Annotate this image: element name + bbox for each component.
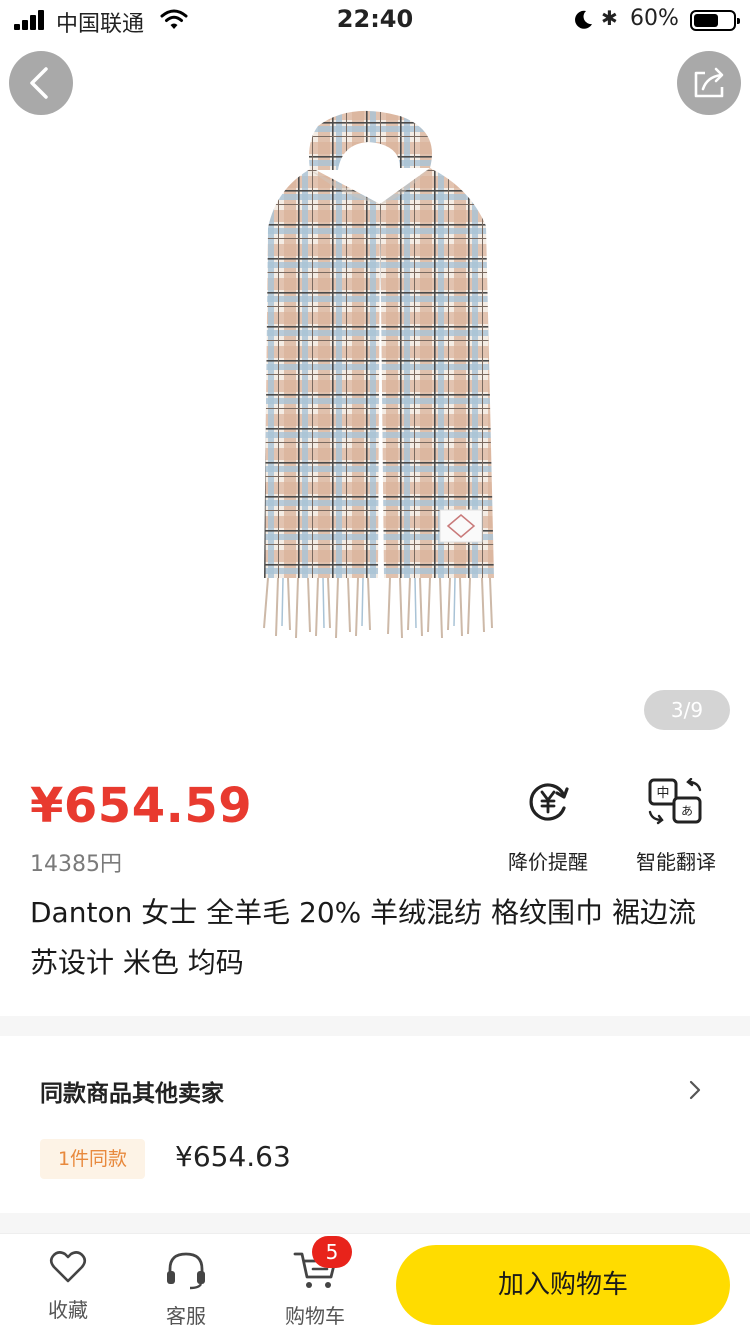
price-alert-button[interactable]: 降价提醒 [493,778,603,875]
battery-percent: 60% [630,6,679,31]
share-button[interactable] [677,51,741,115]
back-button[interactable] [9,51,73,115]
heart-icon [49,1251,87,1283]
section-divider [0,1016,750,1036]
moon-icon [575,10,592,29]
svg-text:中: 中 [656,786,669,801]
product-title: Danton 女士 全羊毛 20% 羊绒混纺 格纹围巾 裾边流苏设计 米色 均码 [30,896,696,979]
section-divider [0,1213,750,1233]
other-sellers-title[interactable]: 同款商品其他卖家 [40,1074,224,1108]
headset-icon [167,1252,205,1290]
translate-icon: 中 あ [648,778,702,825]
chevron-right-icon[interactable] [686,1079,704,1101]
add-to-cart-button[interactable]: 加入购物车 [396,1245,730,1325]
favorite-button[interactable]: 收藏 [23,1250,113,1323]
customer-service-button[interactable]: 客服 [141,1250,231,1329]
share-icon [694,67,724,98]
favorite-label: 收藏 [48,1298,88,1322]
translate-label: 智能翻译 [636,850,716,874]
bluetooth-icon: ✱ [601,6,618,30]
back-arrow-icon [30,67,48,99]
product-price: ¥654.59 [30,778,253,834]
battery-icon [690,10,740,31]
original-price: 14385円 [30,852,122,877]
svg-text:あ: あ [681,804,693,818]
image-pager: 3/9 [644,690,730,730]
same-item-badge: 1件同款 [40,1139,145,1179]
yen-refresh-icon [529,783,569,821]
other-seller-price[interactable]: ¥654.63 [175,1140,291,1173]
translate-button[interactable]: 中 あ 智能翻译 [621,778,731,875]
cart-count-badge: 5 [312,1236,352,1268]
service-label: 客服 [166,1304,206,1328]
product-image[interactable] [250,108,500,648]
status-bar: 中国联通 22:40 ✱ 60% [0,0,750,40]
price-alert-label: 降价提醒 [508,850,588,874]
cart-label: 购物车 [285,1304,345,1328]
